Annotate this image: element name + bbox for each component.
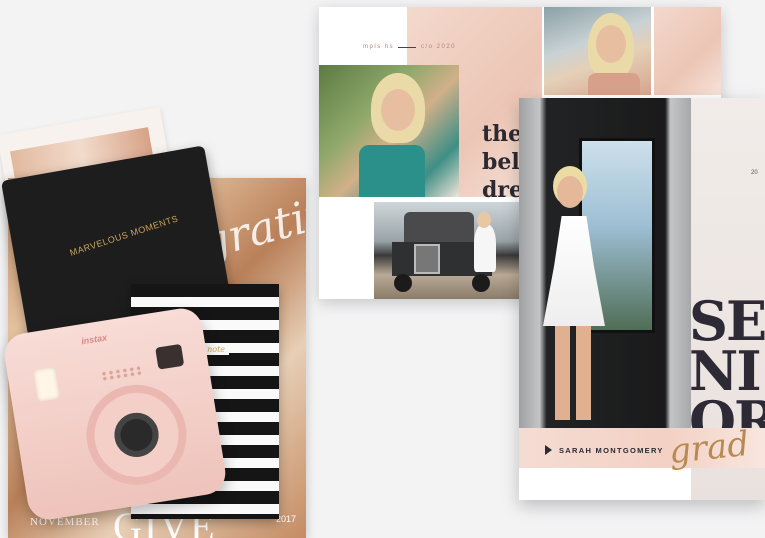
portrait-photo-teal-top [319,65,459,197]
card-tag-right: c/o 2020 [421,44,457,50]
door-photo [519,98,691,428]
play-triangle-icon [545,445,552,455]
camera-viewfinder-icon [155,343,185,370]
tag-divider [398,47,416,48]
headline-line: dre [482,177,523,203]
headline-line: the [482,121,523,147]
vintage-car-photo [374,202,521,299]
black-planner-label: MARVELOUS MOMENTS [68,213,180,258]
card-two-big-word: SE NI OR [689,294,765,448]
grad-script: grad [667,423,751,473]
instant-camera: instax [1,305,229,523]
headline-line: bel [482,149,520,175]
camera-speaker-dots [100,365,142,382]
card-one-headline: the bel dre [482,120,523,204]
camera-flash-icon [33,366,60,402]
pink-wash-corner [654,7,721,95]
card-tag-left: mpls hs [363,44,395,50]
portrait-photo-closeup [544,7,651,95]
student-name: SARAH MONTGOMERY [559,446,664,455]
camera-brand: instax [80,332,108,347]
card-two-date: 20 [751,170,758,176]
senior-card-two: 20 SE NI OR SARAH MONTGOMERY grad [519,98,765,500]
